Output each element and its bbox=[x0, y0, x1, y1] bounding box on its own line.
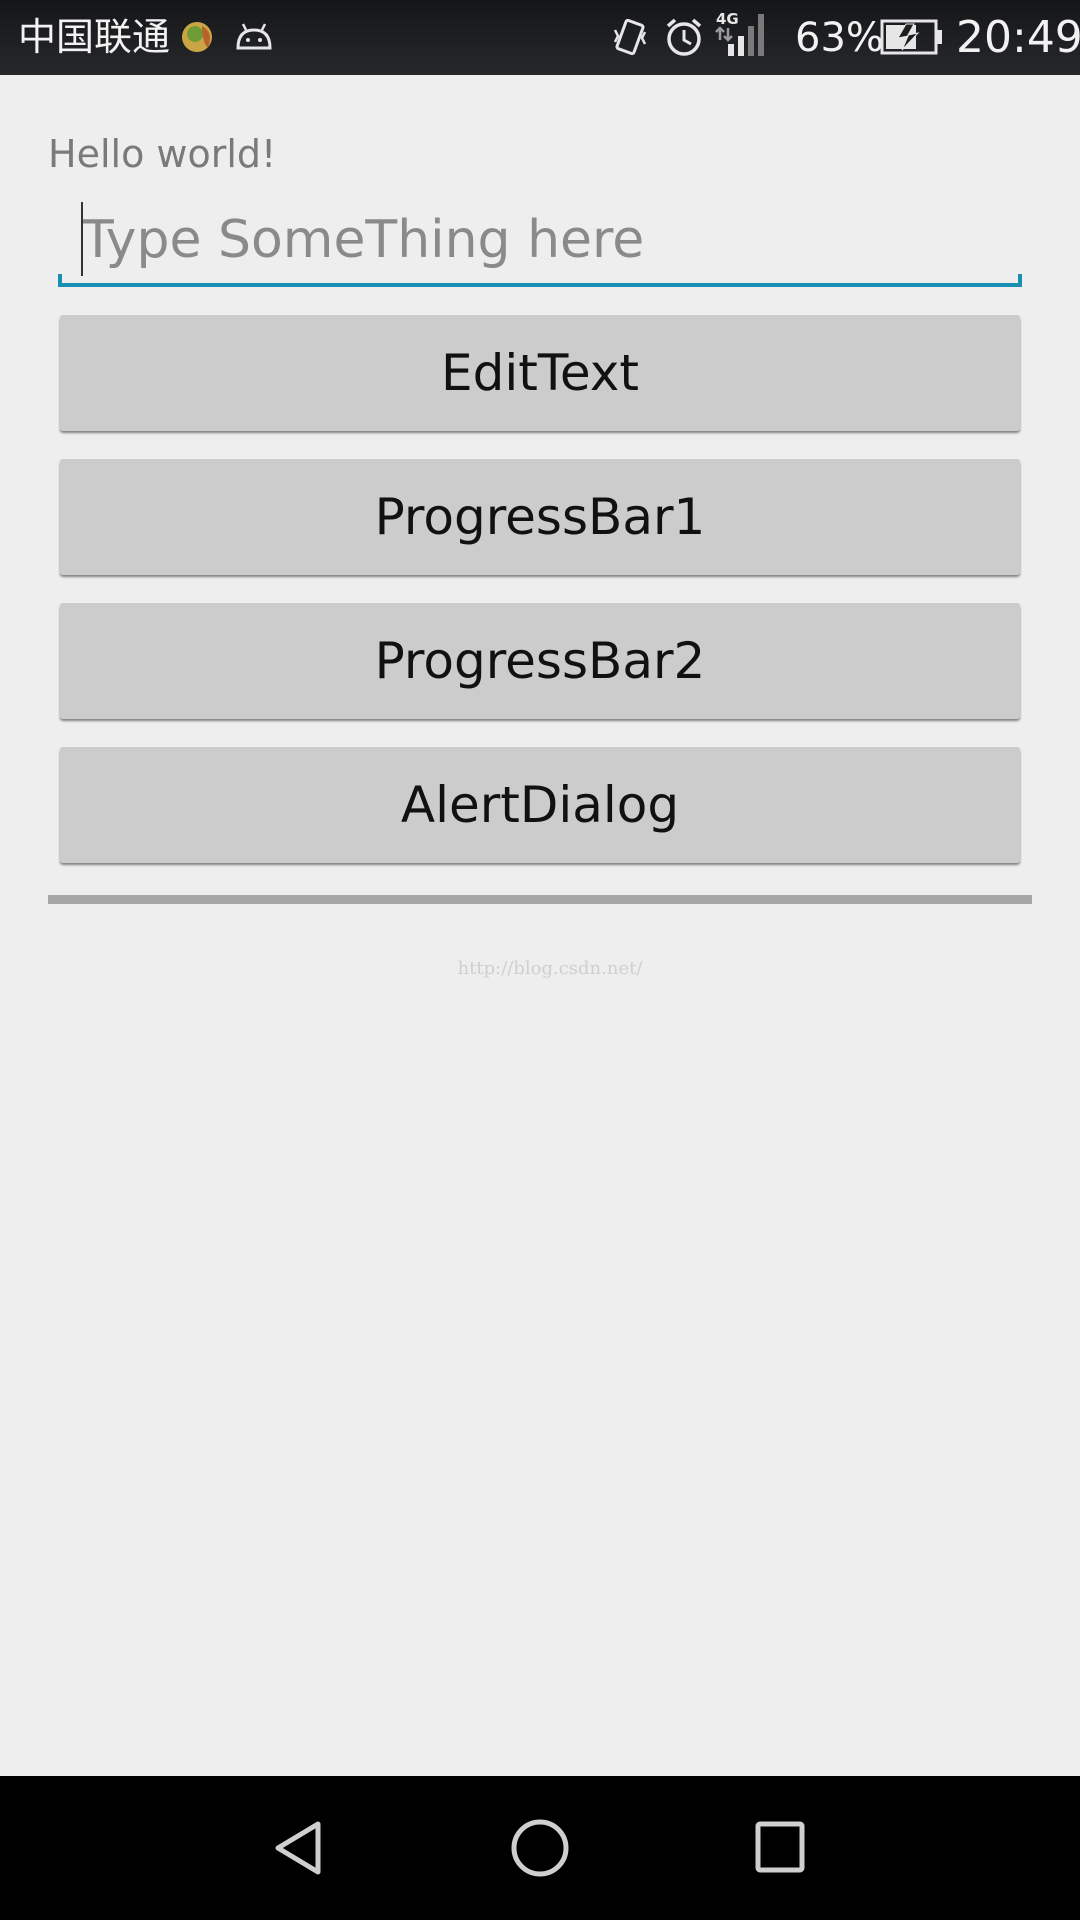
carrier-label: 中国联通 bbox=[18, 15, 171, 59]
alarm-icon bbox=[666, 18, 702, 56]
battery-charging-icon bbox=[880, 19, 942, 55]
back-icon[interactable] bbox=[264, 1812, 336, 1884]
clock: 20:49 bbox=[956, 12, 1080, 63]
text-input[interactable] bbox=[58, 200, 1022, 280]
battery-percent: 63% bbox=[795, 15, 884, 61]
edittext-button[interactable]: EditText bbox=[60, 315, 1020, 431]
hello-text: Hello world! bbox=[48, 132, 277, 176]
vibrate-icon bbox=[613, 18, 647, 56]
text-cursor bbox=[81, 202, 83, 276]
recent-apps-icon[interactable] bbox=[744, 1812, 816, 1884]
alertdialog-button[interactable]: AlertDialog bbox=[60, 747, 1020, 863]
android-debug-icon bbox=[236, 23, 272, 50]
progress-bar-fill bbox=[48, 895, 1032, 904]
signal-type-label: 4G bbox=[716, 10, 739, 28]
status-bar: 中国联通 4G 63% 20:49 bbox=[0, 0, 1080, 75]
navigation-bar bbox=[0, 1776, 1080, 1920]
edit-text-container[interactable] bbox=[58, 200, 1022, 288]
progressbar1-button[interactable]: ProgressBar1 bbox=[60, 459, 1020, 575]
progress-bar bbox=[48, 895, 1032, 904]
app-notification-icon bbox=[182, 22, 212, 52]
input-underline bbox=[58, 283, 1022, 287]
input-underline-right-tick bbox=[1018, 274, 1022, 286]
progressbar2-button[interactable]: ProgressBar2 bbox=[60, 603, 1020, 719]
watermark: http://blog.csdn.net/ bbox=[457, 958, 643, 979]
home-icon[interactable] bbox=[504, 1812, 576, 1884]
input-underline-left-tick bbox=[58, 274, 62, 286]
signal-icon: 4G bbox=[715, 10, 764, 56]
